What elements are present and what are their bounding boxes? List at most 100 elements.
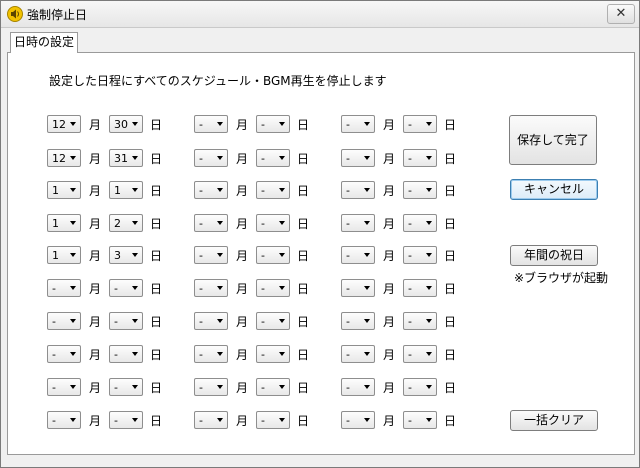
day-select[interactable]: -: [256, 149, 290, 167]
dropdown-arrow-icon: [364, 221, 370, 225]
month-label: 月: [236, 184, 249, 198]
day-select[interactable]: -: [403, 345, 437, 363]
month-select[interactable]: -: [47, 345, 81, 363]
day-select[interactable]: -: [109, 411, 143, 429]
select-value: -: [114, 414, 118, 427]
month-select[interactable]: -: [194, 181, 228, 199]
day-select[interactable]: -: [403, 378, 437, 396]
day-label: 日: [444, 348, 457, 362]
month-label: 月: [89, 381, 102, 395]
month-select[interactable]: -: [47, 312, 81, 330]
select-value: 1: [52, 184, 59, 197]
month-select[interactable]: -: [47, 279, 81, 297]
month-select[interactable]: -: [194, 411, 228, 429]
day-select[interactable]: -: [109, 378, 143, 396]
day-select[interactable]: -: [256, 378, 290, 396]
month-select[interactable]: -: [194, 115, 228, 133]
month-select[interactable]: -: [341, 411, 375, 429]
day-select[interactable]: -: [403, 279, 437, 297]
day-select[interactable]: 31: [109, 149, 143, 167]
day-select[interactable]: 30: [109, 115, 143, 133]
day-select[interactable]: -: [256, 181, 290, 199]
day-label: 日: [444, 414, 457, 428]
select-value: -: [199, 152, 203, 165]
day-select[interactable]: -: [109, 345, 143, 363]
dropdown-arrow-icon: [217, 286, 223, 290]
month-select[interactable]: -: [341, 312, 375, 330]
month-select[interactable]: -: [194, 378, 228, 396]
dropdown-arrow-icon: [70, 352, 76, 356]
month-select[interactable]: -: [194, 246, 228, 264]
day-label: 日: [297, 315, 310, 329]
month-select[interactable]: -: [194, 312, 228, 330]
day-select[interactable]: -: [403, 115, 437, 133]
day-select[interactable]: 1: [109, 181, 143, 199]
select-value: -: [346, 118, 350, 131]
day-select[interactable]: -: [256, 345, 290, 363]
month-select[interactable]: 1: [47, 181, 81, 199]
month-select[interactable]: -: [341, 115, 375, 133]
day-select[interactable]: -: [256, 411, 290, 429]
day-label: 日: [150, 348, 163, 362]
month-select[interactable]: -: [194, 214, 228, 232]
select-value: -: [346, 414, 350, 427]
dropdown-arrow-icon: [217, 385, 223, 389]
day-select[interactable]: -: [256, 312, 290, 330]
cancel-button[interactable]: キャンセル: [510, 179, 598, 200]
day-label: 日: [297, 249, 310, 263]
day-select[interactable]: -: [256, 115, 290, 133]
close-button[interactable]: ✕: [607, 4, 635, 24]
day-select[interactable]: -: [403, 312, 437, 330]
clear-all-button[interactable]: 一括クリア: [510, 410, 598, 431]
month-select[interactable]: -: [194, 345, 228, 363]
day-label: 日: [444, 118, 457, 132]
month-label: 月: [89, 249, 102, 263]
day-select[interactable]: -: [109, 279, 143, 297]
month-select[interactable]: 1: [47, 246, 81, 264]
select-value: -: [261, 118, 265, 131]
day-select[interactable]: -: [256, 279, 290, 297]
save-and-finish-button[interactable]: 保存して完了: [509, 115, 597, 165]
day-select[interactable]: -: [403, 411, 437, 429]
select-value: -: [346, 152, 350, 165]
day-select[interactable]: -: [403, 149, 437, 167]
day-select[interactable]: 3: [109, 246, 143, 264]
select-value: -: [408, 118, 412, 131]
month-select[interactable]: -: [341, 378, 375, 396]
select-value: -: [408, 315, 412, 328]
annual-holidays-button[interactable]: 年間の祝日: [510, 245, 598, 266]
month-label: 月: [89, 282, 102, 296]
month-select[interactable]: 1: [47, 214, 81, 232]
month-select[interactable]: -: [341, 345, 375, 363]
select-value: 12: [52, 152, 66, 165]
dropdown-arrow-icon: [279, 418, 285, 422]
select-value: -: [408, 381, 412, 394]
month-select[interactable]: 12: [47, 149, 81, 167]
day-select[interactable]: -: [256, 214, 290, 232]
day-label: 日: [444, 381, 457, 395]
month-select[interactable]: -: [194, 149, 228, 167]
month-select[interactable]: -: [47, 411, 81, 429]
dropdown-arrow-icon: [426, 221, 432, 225]
month-select[interactable]: 12: [47, 115, 81, 133]
select-value: -: [261, 249, 265, 262]
day-select[interactable]: -: [109, 312, 143, 330]
month-select[interactable]: -: [194, 279, 228, 297]
day-select[interactable]: -: [403, 214, 437, 232]
tab-datetime-settings[interactable]: 日時の設定: [10, 32, 78, 53]
month-select[interactable]: -: [341, 246, 375, 264]
select-value: -: [408, 348, 412, 361]
dropdown-arrow-icon: [132, 253, 138, 257]
month-select[interactable]: -: [341, 181, 375, 199]
day-select[interactable]: -: [403, 181, 437, 199]
month-select[interactable]: -: [341, 279, 375, 297]
select-value: -: [408, 414, 412, 427]
day-select[interactable]: -: [403, 246, 437, 264]
day-select[interactable]: -: [256, 246, 290, 264]
day-select[interactable]: 2: [109, 214, 143, 232]
month-select[interactable]: -: [47, 378, 81, 396]
month-select[interactable]: -: [341, 214, 375, 232]
date-row: 1月2日-月-日-月-日: [0, 214, 640, 234]
dropdown-arrow-icon: [70, 122, 76, 126]
month-select[interactable]: -: [341, 149, 375, 167]
